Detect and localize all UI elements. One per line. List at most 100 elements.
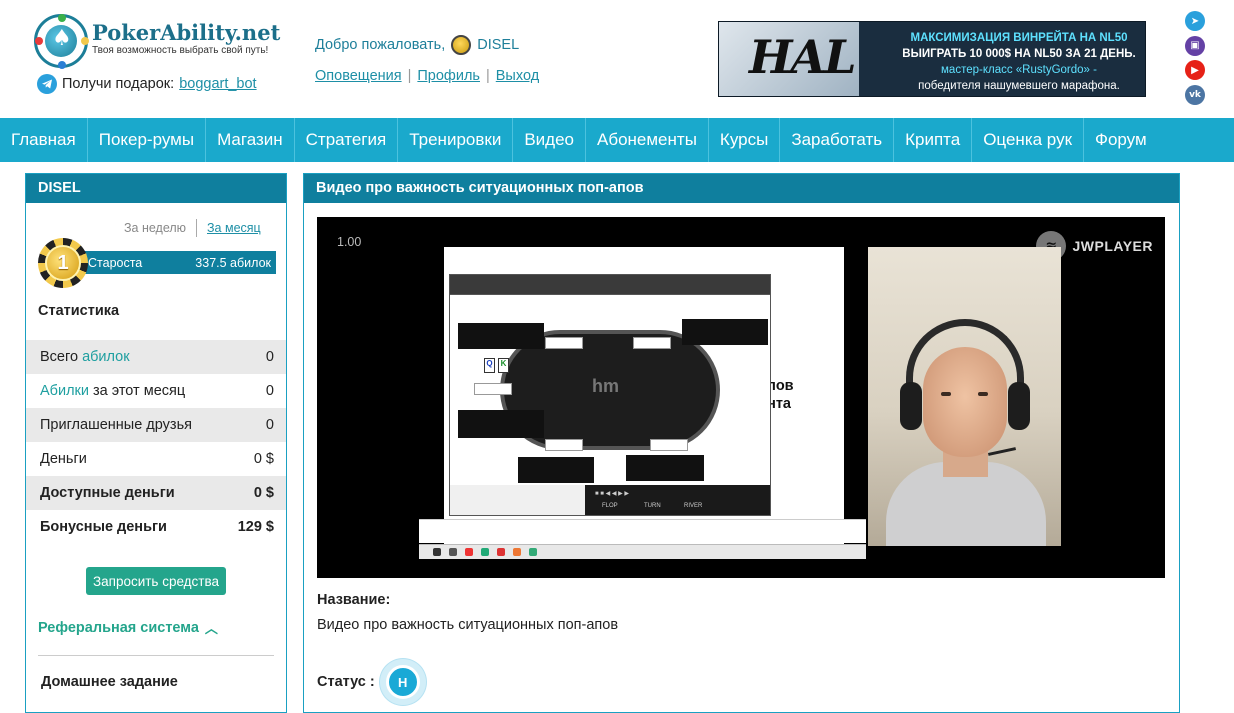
stat-row: Деньги 0 $	[26, 442, 286, 476]
notifications-link[interactable]: Оповещения	[315, 68, 402, 84]
stat-row: Доступные деньги 0 $	[26, 476, 286, 510]
sidebar-title: DISEL	[26, 174, 286, 203]
rank-label: Староста	[88, 255, 143, 270]
user-links: Оповещения | Профиль | Выход	[315, 68, 540, 84]
nav-item-earn[interactable]: Заработать	[780, 118, 895, 162]
twitch-icon[interactable]: ▣	[1185, 35, 1205, 56]
referral-label: Реферальная система	[38, 619, 199, 636]
playback-speed[interactable]: 1.00	[337, 235, 361, 249]
nav-item-trainings[interactable]: Тренировки	[398, 118, 514, 162]
stat-label: Деньги	[40, 451, 87, 467]
turn-button: TURN	[644, 503, 661, 509]
table-logo: hm	[592, 376, 619, 396]
video-player[interactable]: 1.00 ≋ JWPLAYER апов ента hm Q K ■ ■ ◀ ◀…	[317, 217, 1165, 578]
player-seat	[650, 439, 688, 451]
stats-title: Статистика	[38, 303, 120, 319]
social-links: ➤ ▣ ▶ vk	[1185, 11, 1205, 109]
desktop-taskbar	[419, 544, 866, 559]
nav-item-video[interactable]: Видео	[513, 118, 586, 162]
promo-banner[interactable]: HAL МАКСИМИЗАЦИЯ ВИНРЕЙТА НА NL50 ВЫИГРА…	[718, 21, 1146, 97]
stat-label: за этот месяц	[88, 383, 186, 399]
banner-line-2: ВЫИГРАТЬ 10 000$ НА NL50 ЗА 21 ДЕНЬ.	[902, 48, 1136, 60]
referral-toggle[interactable]: Реферальная система ︿	[38, 618, 218, 638]
rank-number: 1	[45, 245, 81, 281]
site-header: ♠ PokerAbility.net Твоя возможность выбр…	[0, 0, 1234, 118]
status-row: Статус : Н	[317, 659, 426, 705]
username: DISEL	[477, 37, 520, 53]
rank-row: Староста 337.5 абилок 1	[38, 238, 276, 288]
river-button: RIVER	[684, 503, 703, 509]
telegram-icon	[37, 74, 57, 94]
profile-link[interactable]: Профиль	[417, 68, 480, 84]
period-month-tab[interactable]: За месяц	[207, 221, 261, 235]
logo-tagline: Твоя возможность выбрать свой путь!	[92, 45, 269, 56]
banner-line-4: победителя нашумевшего марафона.	[918, 80, 1120, 92]
headphones-icon	[906, 319, 1024, 429]
request-funds-button[interactable]: Запросить средства	[86, 567, 226, 595]
stat-label: Всего	[40, 349, 83, 365]
welcome-row: Добро пожаловать, DISEL	[315, 35, 519, 55]
logo-name: PokerAbility	[92, 20, 235, 45]
banner-line-3: мастер-класс «RustyGordo» -	[941, 64, 1097, 76]
hole-card: Q	[484, 358, 495, 373]
site-logo[interactable]: ♠ PokerAbility.net Твоя возможность выбр…	[34, 14, 280, 70]
player-seat	[474, 383, 512, 395]
hud-stats-box	[458, 323, 544, 349]
stat-label: Бонусные деньги	[40, 519, 167, 535]
stat-label-link[interactable]: абилок	[82, 349, 130, 365]
name-value: Видео про важность ситуационных поп-апов	[317, 617, 619, 633]
rank-chip-icon: 1	[38, 238, 88, 288]
player-seat	[545, 439, 583, 451]
user-rank-coin-icon	[451, 35, 472, 55]
flop-button: FLOP	[602, 503, 618, 509]
stat-row: Всего абилок 0	[26, 340, 286, 374]
hud-software-window: hm Q K ■ ■ ◀ ◀ ▶ ▶ FLOP TURN RIVER	[449, 274, 771, 516]
telegram-icon[interactable]: ➤	[1185, 11, 1205, 31]
banner-logo: HAL	[749, 30, 856, 84]
stat-label: Доступные деньги	[40, 485, 175, 501]
logout-link[interactable]: Выход	[496, 68, 539, 84]
vk-icon[interactable]: vk	[1185, 84, 1205, 105]
hud-stats-box	[682, 319, 768, 345]
homework-title: Домашнее задание	[41, 674, 178, 690]
gift-text: Получи подарок:	[62, 76, 175, 92]
stat-label-link[interactable]: Абилки	[40, 383, 89, 399]
nav-item-strategy[interactable]: Стратегия	[295, 118, 399, 162]
status-badge-letter: Н	[385, 665, 420, 699]
stat-value: 0 $	[253, 485, 274, 501]
rank-value: 337.5 абилок	[195, 255, 271, 270]
stats-list: Всего абилок 0 Абилки за этот месяц 0 Пр…	[26, 340, 286, 544]
nav-item-forum[interactable]: Форум	[1084, 118, 1158, 162]
status-label: Статус :	[317, 674, 375, 690]
nav-item-hand-review[interactable]: Оценка рук	[972, 118, 1085, 162]
nav-item-shop[interactable]: Магазин	[206, 118, 295, 162]
nav-item-crypto[interactable]: Крипта	[894, 118, 973, 162]
stat-value: 0 $	[253, 451, 274, 467]
nav-item-subscriptions[interactable]: Абонементы	[586, 118, 709, 162]
hud-stats-box	[626, 455, 704, 481]
gift-bot-link[interactable]: boggart_bot	[179, 76, 256, 92]
nav-item-courses[interactable]: Курсы	[709, 118, 781, 162]
welcome-text: Добро пожаловать,	[315, 37, 446, 53]
hud-stats-box	[518, 457, 594, 483]
divider	[38, 655, 274, 656]
youtube-icon[interactable]: ▶	[1185, 60, 1205, 80]
nav-item-home[interactable]: Главная	[0, 118, 88, 162]
presenter-webcam	[868, 247, 1061, 546]
chevron-up-icon: ︿	[204, 622, 218, 637]
period-week-tab[interactable]: За неделю	[124, 221, 186, 235]
stat-value: 129 $	[237, 519, 274, 535]
player-seat	[633, 337, 671, 349]
nav-item-poker-rooms[interactable]: Покер-румы	[88, 118, 207, 162]
video-panel: Видео про важность ситуационных поп-апов…	[303, 173, 1180, 713]
stat-row: Бонусные деньги 129 $	[26, 510, 286, 544]
name-label: Название:	[317, 592, 391, 608]
logo-emblem-icon: ♠	[34, 14, 89, 69]
stat-row: Приглашенные друзья 0	[26, 408, 286, 442]
stat-value: 0	[265, 383, 274, 399]
main-nav: Главная Покер-румы Магазин Стратегия Тре…	[0, 118, 1234, 162]
gift-row: Получи подарок: boggart_bot	[37, 73, 257, 95]
stat-value: 0	[265, 417, 274, 433]
status-badge: Н	[379, 659, 426, 705]
user-sidebar: DISEL За неделю За месяц Староста 337.5 …	[25, 173, 287, 713]
